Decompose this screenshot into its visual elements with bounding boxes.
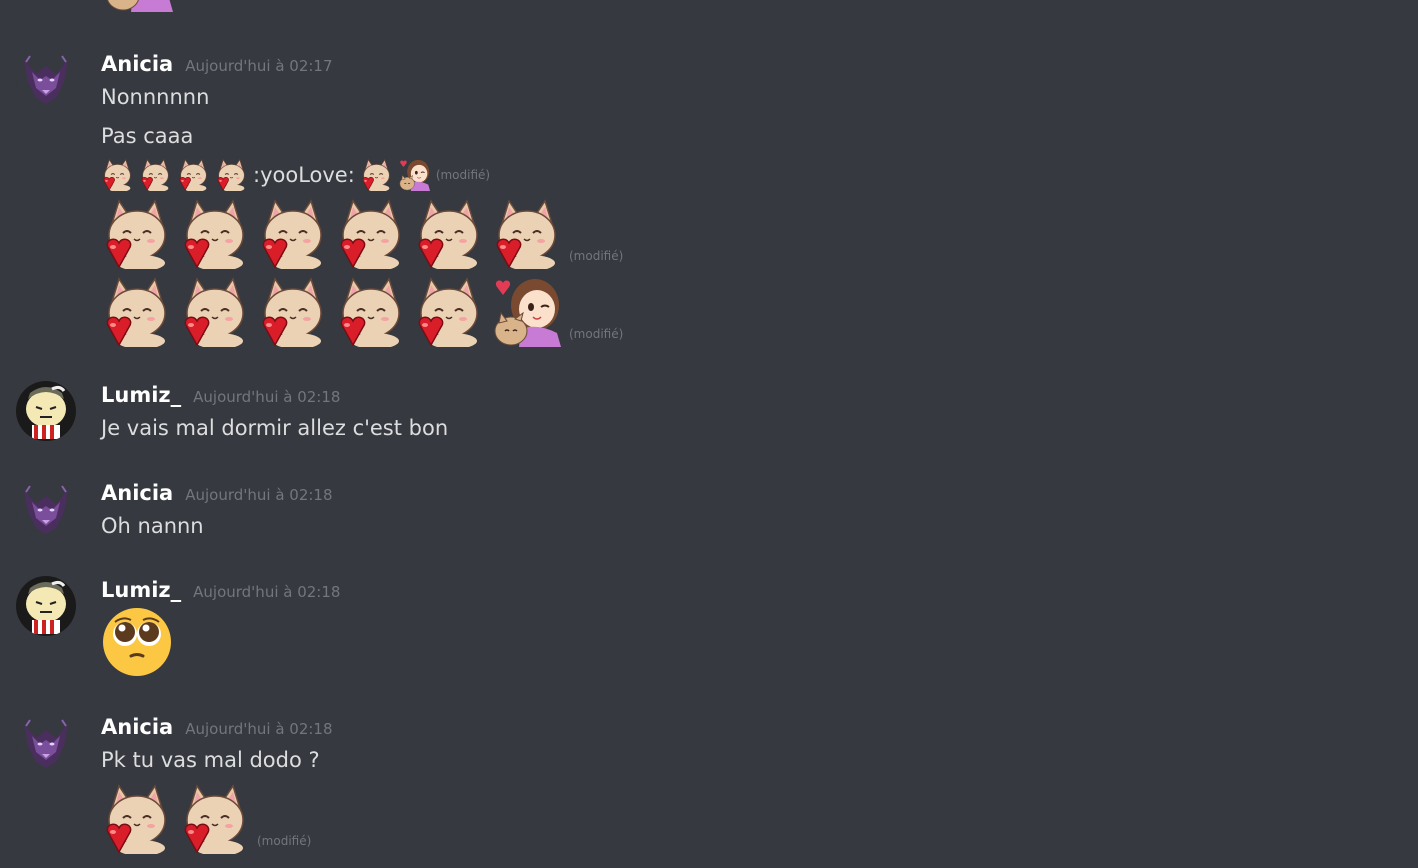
edited-label[interactable]: (modifié) xyxy=(569,327,623,341)
timestamp[interactable]: Aujourd'hui à 02:18 xyxy=(193,579,340,605)
wolf-avatar[interactable] xyxy=(16,48,76,108)
pleading-face-emoji[interactable] xyxy=(101,606,173,682)
cat-heart-emote[interactable] xyxy=(257,275,329,347)
message-text: Pas caaa xyxy=(101,124,194,148)
emote-text: :yooLove: xyxy=(253,162,355,187)
big-emote-row: (modifié) xyxy=(101,782,311,854)
cat-heart-emote[interactable] xyxy=(101,197,173,269)
cat-heart-emote[interactable] xyxy=(101,158,134,191)
message-text: Nonnnnnn xyxy=(101,85,210,109)
message-header: Anicia Aujourd'hui à 02:18 xyxy=(101,714,333,742)
cat-heart-emote[interactable] xyxy=(215,158,248,191)
wolf-avatar[interactable] xyxy=(16,712,76,772)
username[interactable]: Anicia xyxy=(101,51,173,77)
message-header: Anicia Aujourd'hui à 02:18 xyxy=(101,480,333,508)
username[interactable]: Lumiz_ xyxy=(101,577,181,603)
cat-heart-emote[interactable] xyxy=(177,158,210,191)
edited-label[interactable]: (modifié) xyxy=(569,249,623,263)
cat-heart-emote[interactable] xyxy=(101,275,173,347)
timestamp[interactable]: Aujourd'hui à 02:17 xyxy=(185,53,332,79)
big-emote-row: (modifié) xyxy=(101,275,623,347)
cat-heart-emote[interactable] xyxy=(335,275,407,347)
cat-heart-emote[interactable] xyxy=(335,197,407,269)
username[interactable]: Lumiz_ xyxy=(101,382,181,408)
cat-heart-emote[interactable] xyxy=(179,782,251,854)
message-header: Anicia Aujourd'hui à 02:17 xyxy=(101,51,333,79)
cat-heart-emote[interactable] xyxy=(257,197,329,269)
wolf-avatar[interactable] xyxy=(16,478,76,538)
username[interactable]: Anicia xyxy=(101,714,173,740)
girl-cat-emote[interactable] xyxy=(491,275,563,347)
message-text: Oh nannn xyxy=(101,514,204,538)
cat-heart-emote[interactable] xyxy=(179,197,251,269)
cat-heart-emote[interactable] xyxy=(139,158,172,191)
character-avatar[interactable] xyxy=(16,381,76,441)
cat-heart-emote xyxy=(103,0,175,16)
timestamp[interactable]: Aujourd'hui à 02:18 xyxy=(193,384,340,410)
cat-heart-emote[interactable] xyxy=(101,782,173,854)
cat-heart-emote[interactable] xyxy=(179,275,251,347)
cat-heart-emote[interactable] xyxy=(360,158,393,191)
timestamp[interactable]: Aujourd'hui à 02:18 xyxy=(185,716,332,742)
message-header: Lumiz_ Aujourd'hui à 02:18 xyxy=(101,577,340,605)
cat-heart-emote[interactable] xyxy=(413,275,485,347)
message-text: Je vais mal dormir allez c'est bon xyxy=(101,416,449,440)
username[interactable]: Anicia xyxy=(101,480,173,506)
cat-heart-emote[interactable] xyxy=(413,197,485,269)
timestamp[interactable]: Aujourd'hui à 02:18 xyxy=(185,482,332,508)
message-header: Lumiz_ Aujourd'hui à 02:18 xyxy=(101,382,340,410)
edited-label[interactable]: (modifié) xyxy=(257,834,311,848)
big-emote-row: (modifié) xyxy=(101,197,623,269)
character-avatar[interactable] xyxy=(16,576,76,636)
inline-emote-row: :yooLove: (modifié) xyxy=(101,158,490,191)
edited-label[interactable]: (modifié) xyxy=(436,168,490,182)
cat-heart-emote[interactable] xyxy=(491,197,563,269)
message-text: Pk tu vas mal dodo ? xyxy=(101,748,320,772)
girl-cat-emote[interactable] xyxy=(398,158,431,191)
